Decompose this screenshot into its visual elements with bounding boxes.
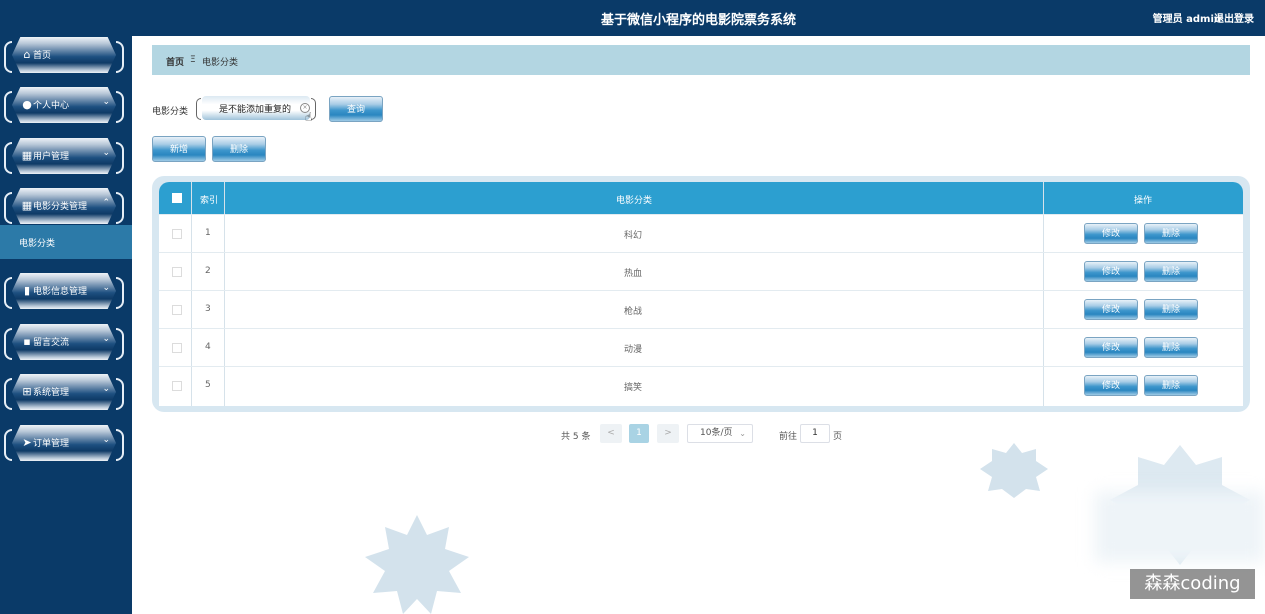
row-index: 3 bbox=[205, 304, 211, 314]
sidebar-item-label: 电影信息管理 bbox=[33, 287, 88, 297]
pagination-total: 共 5 条 bbox=[561, 432, 591, 442]
edit-button[interactable]: 修改 bbox=[1084, 299, 1138, 320]
row-category: 热血 bbox=[623, 269, 642, 279]
row-category: 枪战 bbox=[623, 307, 642, 317]
sidebar-item-messages[interactable]: ▪ 留言交流 ⌄ bbox=[4, 324, 124, 360]
sidebar-item-movies[interactable]: ▮ 电影信息管理 ⌄ bbox=[4, 273, 124, 309]
top-bar: 基于微信小程序的电影院票务系统 管理员 admin 退出登录 bbox=[132, 0, 1265, 36]
next-page-button[interactable]: > bbox=[657, 424, 679, 443]
search-label: 电影分类 bbox=[152, 107, 189, 117]
breadcrumb-current: 电影分类 bbox=[202, 58, 239, 68]
edit-button[interactable]: 修改 bbox=[1084, 375, 1138, 396]
edit-button[interactable]: 修改 bbox=[1084, 261, 1138, 282]
send-icon: ➤ bbox=[22, 436, 32, 449]
sidebar-item-label: 电影分类管理 bbox=[33, 202, 88, 212]
sidebar-item-label: 留言交流 bbox=[33, 338, 70, 348]
category-search-input[interactable] bbox=[202, 96, 310, 120]
row-index: 2 bbox=[205, 266, 211, 276]
table-header: 索引 电影分类 操作 bbox=[159, 182, 1243, 214]
edit-button[interactable]: 修改 bbox=[1084, 223, 1138, 244]
message-icon: ▪ bbox=[23, 335, 31, 348]
sidebar-item-label: 个人中心 bbox=[33, 101, 70, 111]
decorative-blur bbox=[1095, 492, 1265, 562]
delete-button[interactable]: 删除 bbox=[1144, 375, 1198, 396]
goto-page-input[interactable]: 1 bbox=[800, 424, 830, 443]
sidebar-item-profile[interactable]: ● 个人中心 ⌄ bbox=[4, 87, 124, 123]
page-number-current[interactable]: 1 bbox=[629, 424, 649, 443]
chevron-down-icon: ⌄ bbox=[102, 435, 110, 445]
decorative-star-shape bbox=[365, 515, 469, 614]
sidebar-item-label: 用户管理 bbox=[33, 152, 70, 162]
hand-cursor-icon: ☝ bbox=[305, 110, 313, 124]
app-title: 基于微信小程序的电影院票务系统 bbox=[600, 13, 796, 28]
grid-icon: ▦ bbox=[21, 199, 33, 212]
sidebar-item-users[interactable]: ▦ 用户管理 ⌄ bbox=[4, 138, 124, 174]
sidebar-item-label: 订单管理 bbox=[33, 439, 70, 449]
batch-delete-button[interactable]: 删除 bbox=[212, 136, 266, 162]
user-icon: ● bbox=[22, 98, 32, 111]
goto-label: 前往 bbox=[779, 432, 798, 442]
chevron-down-icon: ⌄ bbox=[102, 148, 110, 158]
sidebar-item-label: 系统管理 bbox=[33, 388, 70, 398]
sidebar-item-home[interactable]: ⌂ 首页 bbox=[4, 37, 124, 73]
sidebar-subitem-label: 电影分类 bbox=[19, 239, 56, 249]
sidebar-item-label: 首页 bbox=[33, 51, 52, 61]
decorative-star-shape bbox=[980, 443, 1048, 498]
search-button[interactable]: 查询 bbox=[329, 96, 383, 122]
page-size-value: 10条/页 bbox=[700, 428, 733, 438]
row-index: 1 bbox=[205, 228, 211, 238]
row-checkbox[interactable] bbox=[172, 229, 182, 239]
category-table: 索引 电影分类 操作 1 科幻 修改 删除 2 热血 修改 删除 3 枪战 修改… bbox=[152, 176, 1250, 412]
chevron-down-icon: ⌄ bbox=[102, 384, 110, 394]
row-checkbox[interactable] bbox=[172, 305, 182, 315]
row-index: 5 bbox=[205, 380, 211, 390]
page-size-select[interactable]: 10条/页 ⌄ bbox=[687, 424, 753, 443]
row-category: 科幻 bbox=[623, 231, 642, 241]
breadcrumb-home[interactable]: 首页 bbox=[166, 55, 184, 68]
column-category: 电影分类 bbox=[615, 196, 652, 206]
sidebar-item-orders[interactable]: ➤ 订单管理 ⌄ bbox=[4, 425, 124, 461]
table-row: 4 动漫 修改 删除 bbox=[159, 328, 1243, 367]
row-checkbox[interactable] bbox=[172, 267, 182, 277]
breadcrumb: 首页 Ξ 电影分类 bbox=[152, 45, 1250, 75]
table-row: 1 科幻 修改 删除 bbox=[159, 214, 1243, 253]
row-category: 动漫 bbox=[623, 345, 642, 355]
row-checkbox[interactable] bbox=[172, 343, 182, 353]
delete-button[interactable]: 删除 bbox=[1144, 337, 1198, 358]
edit-button[interactable]: 修改 bbox=[1084, 337, 1138, 358]
sidebar-item-system[interactable]: ⊞ 系统管理 ⌄ bbox=[4, 374, 124, 410]
grid-icon: ▦ bbox=[21, 149, 33, 162]
row-checkbox[interactable] bbox=[172, 381, 182, 391]
search-field: × bbox=[196, 96, 316, 122]
film-icon: ▮ bbox=[23, 284, 31, 297]
row-index: 4 bbox=[205, 342, 211, 352]
watermark: 森森coding bbox=[1130, 569, 1255, 599]
row-category: 搞笑 bbox=[623, 383, 642, 393]
chevron-down-icon: ⌄ bbox=[739, 429, 746, 438]
chevron-up-icon: ⌃ bbox=[102, 198, 110, 208]
column-operation: 操作 bbox=[1133, 196, 1152, 206]
breadcrumb-separator: Ξ bbox=[190, 55, 196, 65]
admin-label: 管理员 admin bbox=[1152, 14, 1221, 25]
table-row: 2 热血 修改 删除 bbox=[159, 252, 1243, 291]
chevron-down-icon: ⌄ bbox=[102, 334, 110, 344]
delete-button[interactable]: 删除 bbox=[1144, 223, 1198, 244]
apps-icon: ⊞ bbox=[22, 385, 32, 398]
prev-page-button[interactable]: < bbox=[600, 424, 622, 443]
table-row: 5 搞笑 修改 删除 bbox=[159, 366, 1243, 405]
chevron-down-icon: ⌄ bbox=[102, 283, 110, 293]
delete-button[interactable]: 删除 bbox=[1144, 299, 1198, 320]
logout-link[interactable]: 退出登录 bbox=[1214, 10, 1254, 25]
home-icon: ⌂ bbox=[23, 48, 31, 61]
page-unit-label: 页 bbox=[833, 432, 843, 442]
table-row: 3 枪战 修改 删除 bbox=[159, 290, 1243, 329]
sidebar-item-category-management[interactable]: ▦ 电影分类管理 ⌃ bbox=[4, 188, 124, 224]
sidebar: ⌂ 首页 ● 个人中心 ⌄ ▦ 用户管理 ⌄ ▦ 电影分类管理 ⌃ 电影分类 ▮… bbox=[0, 0, 132, 614]
delete-button[interactable]: 删除 bbox=[1144, 261, 1198, 282]
add-button[interactable]: 新增 bbox=[152, 136, 206, 162]
chevron-down-icon: ⌄ bbox=[102, 97, 110, 107]
sidebar-subitem-category[interactable]: 电影分类 bbox=[0, 225, 132, 259]
